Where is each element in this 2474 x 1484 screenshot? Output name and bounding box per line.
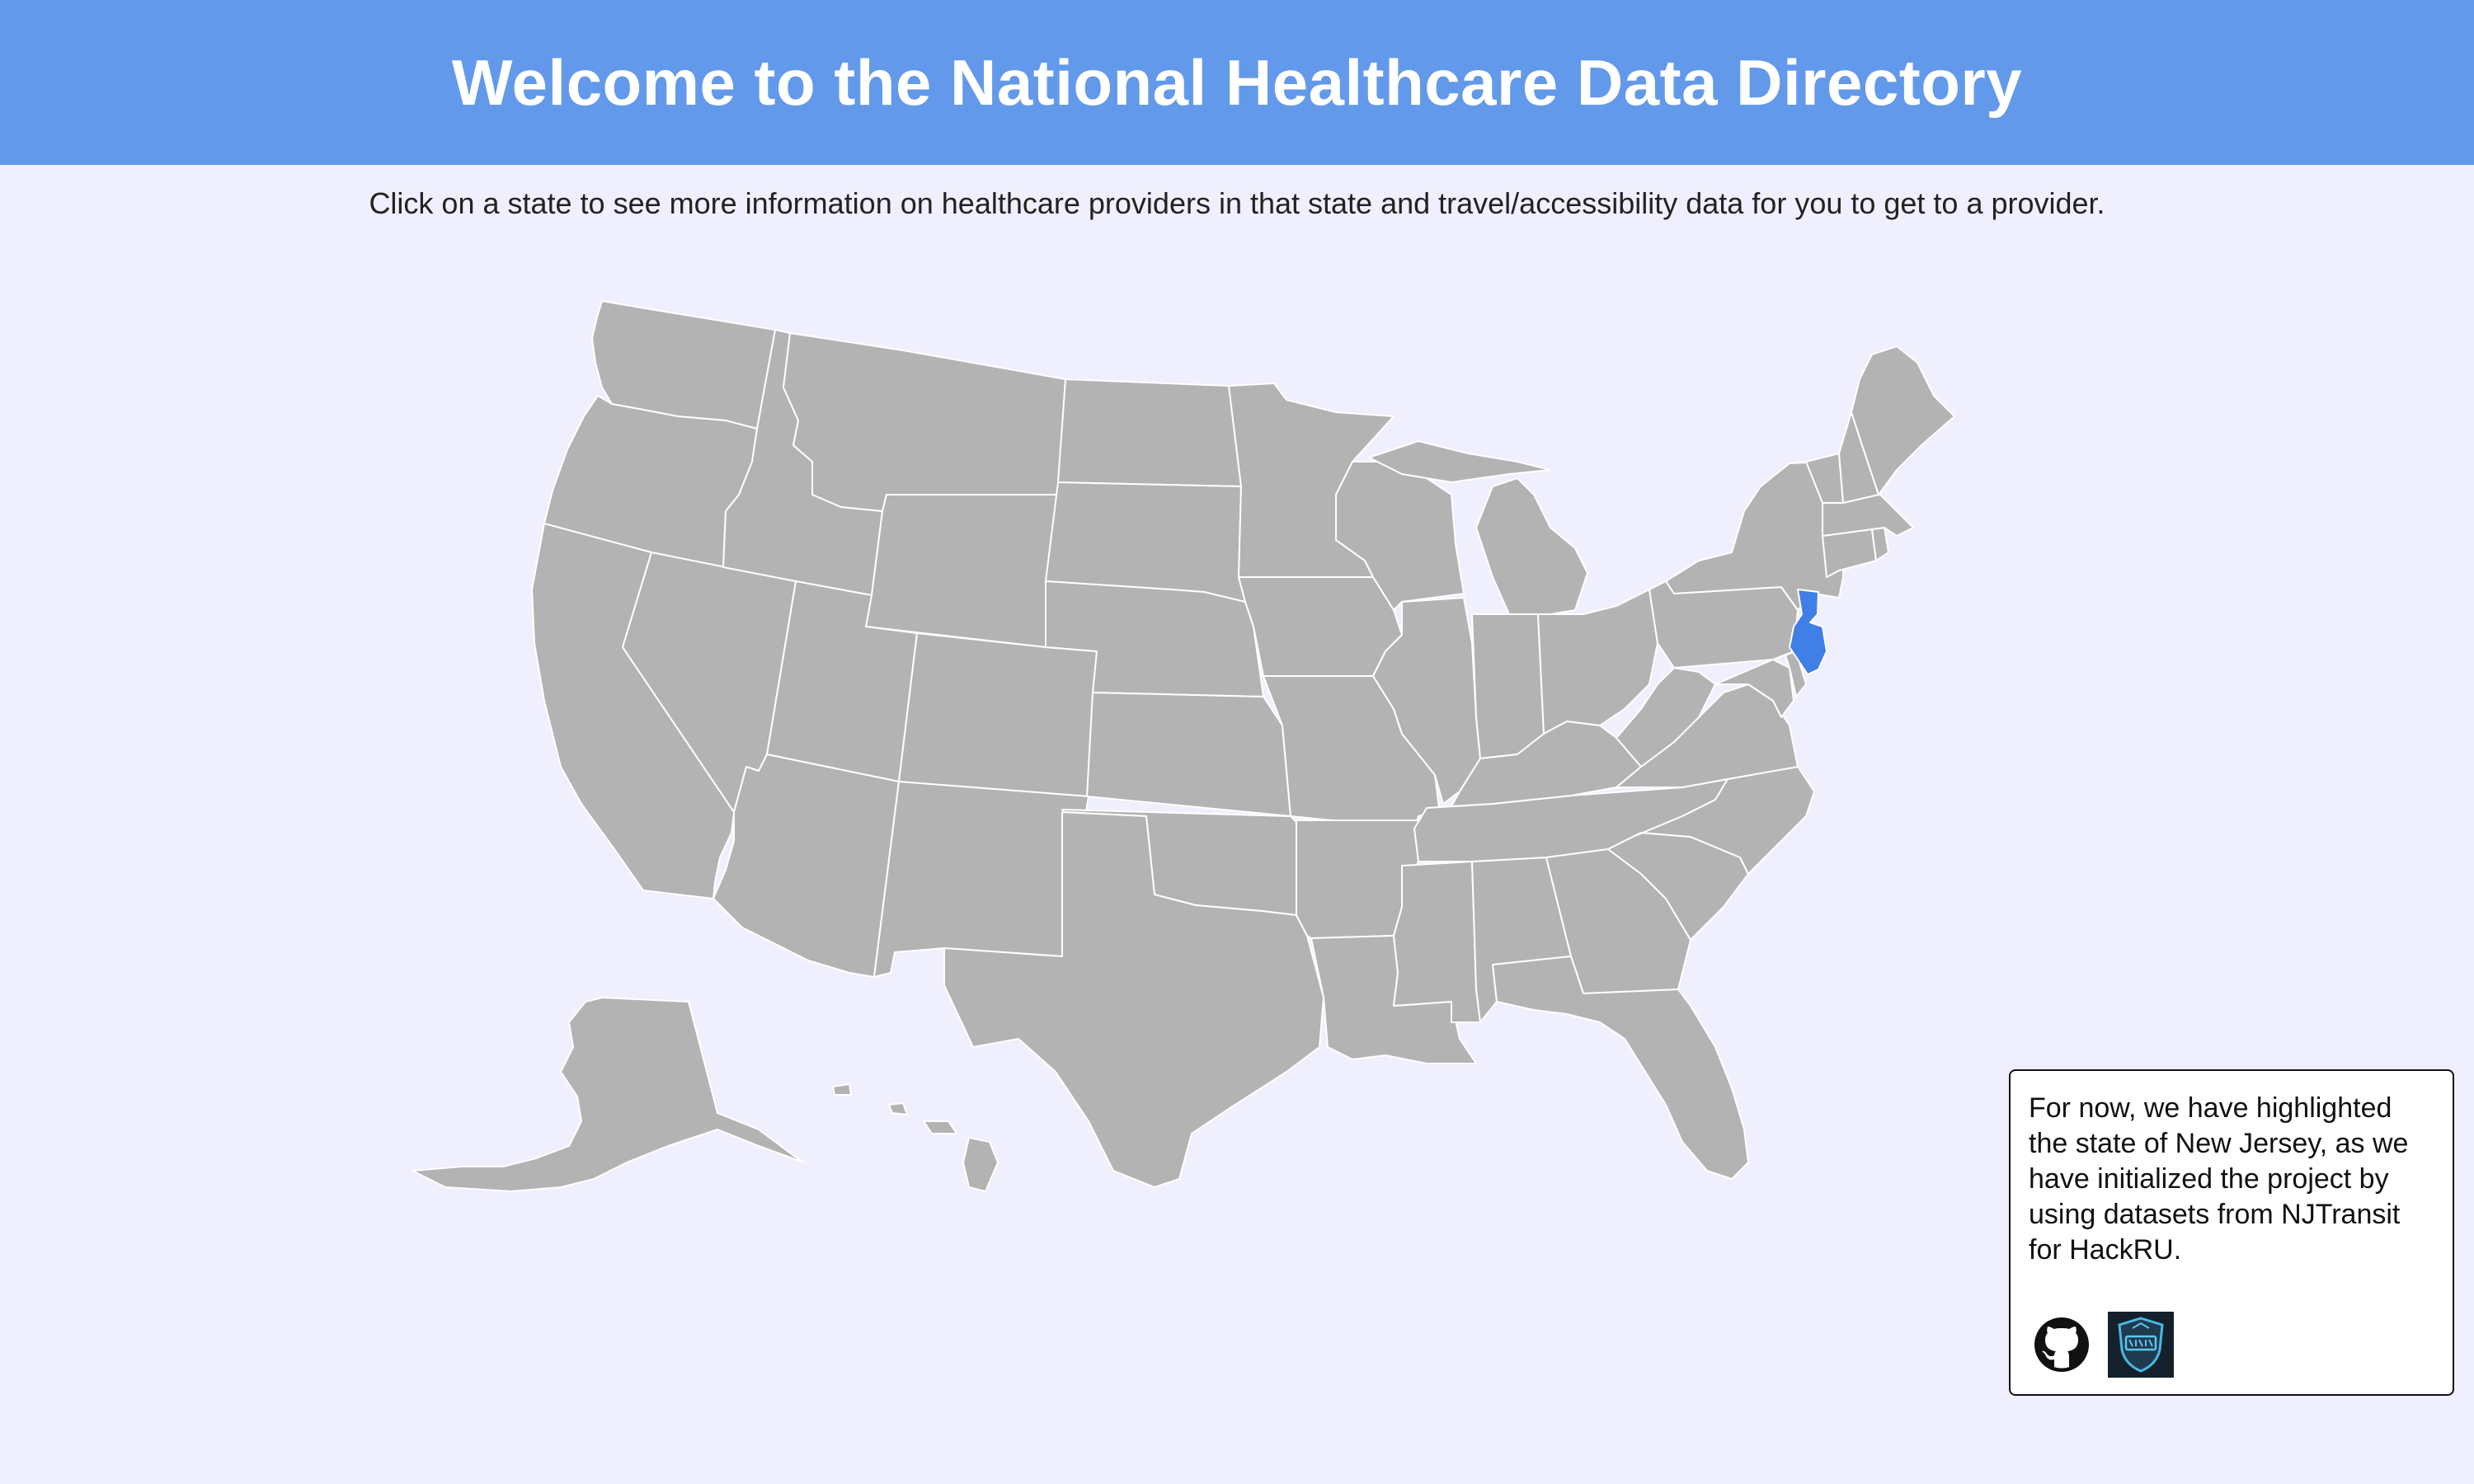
state-connecticut[interactable] xyxy=(1822,528,1877,578)
state-kansas[interactable] xyxy=(1086,692,1291,817)
state-montana[interactable] xyxy=(783,332,1066,512)
state-indiana[interactable] xyxy=(1471,613,1545,759)
state-north-dakota[interactable] xyxy=(1057,378,1242,487)
state-new-mexico[interactable] xyxy=(873,781,1089,978)
info-panel-text: For now, we have highlighted the state o… xyxy=(2029,1092,2409,1266)
state-arizona[interactable] xyxy=(713,754,900,978)
state-mississippi[interactable] xyxy=(1393,861,1481,1023)
state-hawaii[interactable] xyxy=(832,1083,999,1192)
hackru-logo[interactable] xyxy=(2108,1312,2174,1378)
state-alaska[interactable] xyxy=(412,997,805,1192)
state-pennsylvania[interactable] xyxy=(1649,580,1799,669)
info-panel-links xyxy=(2029,1312,2174,1378)
info-panel: For now, we have highlighted the state o… xyxy=(2009,1069,2454,1396)
github-icon[interactable] xyxy=(2029,1312,2095,1378)
state-colorado[interactable] xyxy=(898,632,1098,797)
state-wyoming[interactable] xyxy=(865,494,1059,648)
state-iowa[interactable] xyxy=(1238,576,1403,677)
